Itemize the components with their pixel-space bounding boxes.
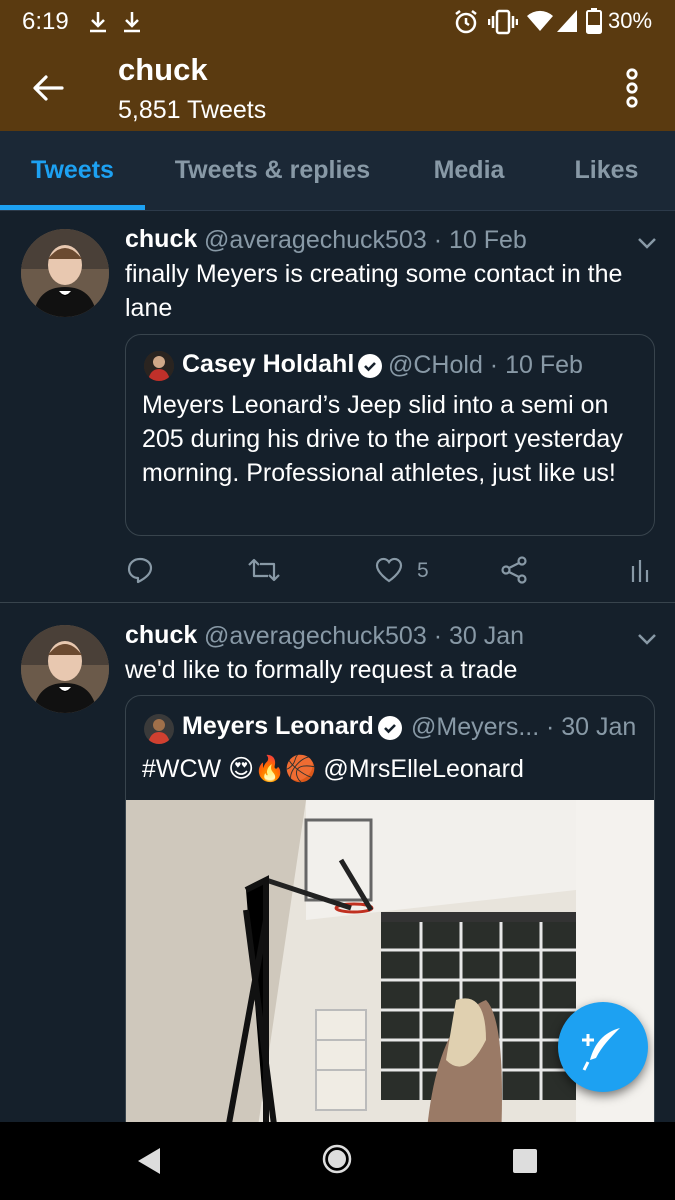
more-options-icon[interactable] [614,66,650,110]
status-bar: 6:19 30% [0,0,675,44]
tweet-handle-date[interactable]: @averagechuck503 · 10 Feb [204,226,527,255]
tweet[interactable]: chuck @averagechuck503 · 10 Feb finally … [0,211,675,603]
back-arrow-icon[interactable] [28,68,68,108]
battery-icon [586,8,602,34]
quoted-tweet-text: #WCW 😍🔥🏀 @MrsElleLeonard [142,752,524,786]
tweet-text: we'd like to formally request a trade [125,656,518,684]
app-bar: chuck 5,851 Tweets [0,44,675,131]
emojis: 😍🔥🏀 [228,755,317,783]
active-tab-indicator [0,205,145,210]
tweet-text: finally Meyers is creating some contact … [125,260,623,322]
tweet-author-name[interactable]: chuck [125,225,197,254]
quoted-tweet-text: Meyers Leonard’s Jeep slid into a semi o… [142,391,623,487]
compose-tweet-button[interactable] [558,1002,648,1092]
vibrate-icon [488,9,518,35]
battery-percent: 30% [608,8,653,33]
tweet-author-name[interactable]: chuck [125,621,197,650]
nav-home-icon[interactable] [322,1144,352,1174]
tweet-count: 5,851 Tweets [118,96,267,124]
quoted-date: · 30 Jan [546,713,637,741]
compose-feather-icon [582,1028,620,1071]
retweet-icon[interactable] [246,556,282,584]
mention[interactable]: @MrsElleLeonard [323,755,523,783]
status-time: 6:19 [22,8,69,35]
signal-icon [557,10,577,32]
hashtag[interactable]: #WCW [142,755,221,783]
system-nav-bar [0,1122,675,1200]
quoted-author-name: Meyers Leonard [182,712,374,740]
download-icon [90,12,106,33]
reply-icon[interactable] [126,556,154,584]
profile-name: chuck [118,52,208,87]
avatar[interactable] [21,625,109,713]
tweet-handle-date[interactable]: @averagechuck503 · 30 Jan [204,622,524,651]
like-count: 5 [417,559,429,582]
quoted-handle-date: @CHold · 10 Feb [388,351,583,379]
quoted-author-name: Casey Holdahl [182,350,355,378]
chevron-down-icon[interactable] [636,235,658,251]
profile-tabs: Tweets Tweets & replies Media Likes [0,131,675,211]
chevron-down-icon[interactable] [636,631,658,647]
tab-tweets[interactable]: Tweets [0,131,145,210]
wifi-icon [527,10,553,31]
quoted-tweet[interactable]: Casey Holdahl @CHold · 10 Feb Meyers Leo… [125,334,655,536]
verified-badge-icon [358,354,382,378]
analytics-icon[interactable] [630,556,650,584]
nav-recents-icon[interactable] [512,1148,538,1174]
download-icon [124,12,140,33]
tab-likes[interactable]: Likes [538,131,675,210]
verified-badge-icon [378,716,402,740]
share-icon[interactable] [500,556,528,584]
tab-tweets-replies[interactable]: Tweets & replies [145,131,400,210]
quoted-avatar [144,351,174,381]
like-icon[interactable] [374,556,404,584]
quoted-handle: @Meyers... [411,713,540,741]
avatar[interactable] [21,229,109,317]
quoted-avatar [144,714,174,744]
nav-back-icon[interactable] [136,1146,164,1176]
tab-media[interactable]: Media [400,131,538,210]
alarm-icon [455,10,477,34]
